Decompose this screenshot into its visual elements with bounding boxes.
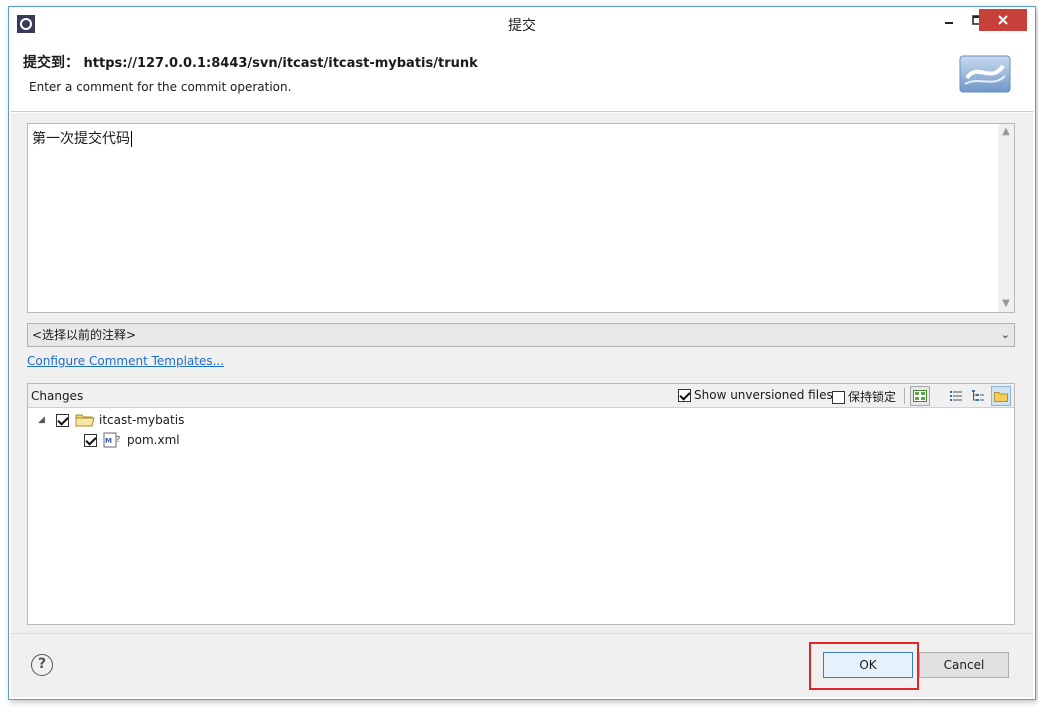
window-edge: [1038, 0, 1046, 712]
table-view-icon: [913, 390, 927, 402]
comment-text: 第一次提交代码: [32, 128, 132, 148]
changes-panel: Changes Show unversioned files 保持锁定 ◢ it…: [27, 383, 1015, 625]
dialog-footer: ? OK Cancel: [11, 633, 1033, 697]
close-button[interactable]: [979, 9, 1027, 31]
maven-file-icon: M?: [103, 432, 120, 448]
commit-dialog: 提交 提交到： https://127.0.0.1:8443/svn/itcas…: [8, 6, 1036, 700]
text-caret: [131, 131, 132, 147]
tree-item[interactable]: M? pom.xml: [84, 430, 180, 450]
window-title: 提交: [508, 18, 536, 34]
commit-target-label: 提交到：: [23, 54, 79, 70]
tree-item-checkbox[interactable]: [84, 433, 97, 447]
show-unversioned-label: Show unversioned files: [694, 388, 833, 402]
changes-tree: ◢ itcast-mybatis M? pom.xml: [28, 408, 1014, 624]
keep-locks-option[interactable]: 保持锁定: [832, 388, 896, 405]
comment-textarea[interactable]: 第一次提交代码 ▲ ▼: [27, 123, 1015, 313]
close-icon: [998, 15, 1008, 25]
help-icon[interactable]: ?: [31, 654, 53, 676]
previous-comments-select[interactable]: <选择以前的注释> ⌄: [27, 323, 1015, 347]
changes-label: Changes: [31, 389, 84, 403]
svg-text:M: M: [105, 437, 112, 445]
list-icon: [950, 391, 962, 401]
compressed-folders-button[interactable]: [991, 386, 1011, 406]
compare-view-button[interactable]: [910, 386, 930, 406]
collapse-arrow-icon[interactable]: ◢: [38, 415, 50, 425]
show-unversioned-option[interactable]: Show unversioned files: [678, 388, 833, 402]
dialog-header: 提交到： https://127.0.0.1:8443/svn/itcast/i…: [11, 40, 1033, 112]
keep-locks-checkbox[interactable]: [832, 391, 845, 404]
scroll-up-icon[interactable]: ▲: [998, 124, 1014, 140]
minimize-button[interactable]: [935, 9, 963, 31]
scroll-down-icon[interactable]: ▼: [998, 296, 1014, 312]
tree-item[interactable]: ◢ itcast-mybatis: [38, 410, 184, 430]
header-description: Enter a comment for the commit operation…: [29, 80, 292, 94]
dialog-body: 第一次提交代码 ▲ ▼ <选择以前的注释> ⌄ Configure Commen…: [11, 113, 1033, 633]
configure-templates-link[interactable]: Configure Comment Templates...: [27, 354, 224, 368]
comment-value: 第一次提交代码: [32, 131, 130, 147]
ok-button[interactable]: OK: [823, 652, 913, 678]
previous-comments-value: <选择以前的注释>: [32, 328, 137, 342]
changes-toolbar: Changes Show unversioned files 保持锁定: [28, 384, 1014, 408]
title-bar: 提交: [9, 7, 1035, 39]
cancel-button[interactable]: Cancel: [919, 652, 1009, 678]
folder-tree-icon: [994, 392, 1008, 402]
commit-target-url: https://127.0.0.1:8443/svn/itcast/itcast…: [83, 56, 478, 71]
svn-logo-icon: [959, 55, 1011, 93]
tree-icon: [972, 390, 984, 401]
svg-text:?: ?: [116, 435, 120, 444]
toolbar-separator: [904, 388, 905, 404]
commit-target: 提交到： https://127.0.0.1:8443/svn/itcast/i…: [23, 52, 478, 72]
folder-icon: [75, 414, 95, 427]
comment-scrollbar[interactable]: ▲ ▼: [998, 124, 1014, 312]
show-unversioned-checkbox[interactable]: [678, 389, 691, 402]
keep-locks-label: 保持锁定: [848, 390, 897, 404]
tree-layout-button[interactable]: [968, 386, 988, 406]
minimize-icon: [945, 22, 953, 24]
tree-item-checkbox[interactable]: [56, 413, 69, 427]
flat-layout-button[interactable]: [946, 386, 966, 406]
chevron-down-icon: ⌄: [1000, 328, 1010, 341]
tree-item-label: itcast-mybatis: [99, 413, 185, 427]
tree-item-label: pom.xml: [127, 433, 180, 447]
